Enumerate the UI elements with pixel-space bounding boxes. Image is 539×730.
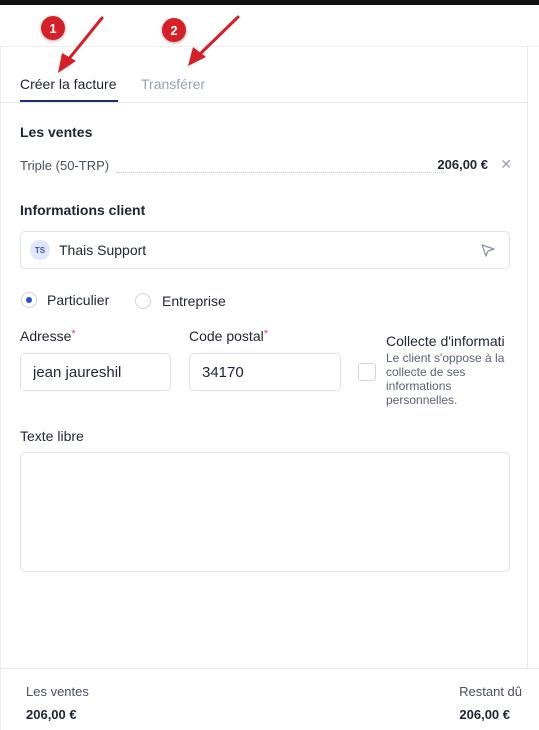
client-name: Thais Support — [59, 242, 147, 258]
sale-line-item: Triple (50-TRP) 206,00 € ✕ — [20, 156, 512, 177]
tabs-divider — [0, 102, 528, 103]
radio-entreprise-label: Entreprise — [162, 293, 226, 309]
footer-sales-label: Les ventes — [26, 684, 89, 699]
arrow-1-head — [58, 53, 76, 73]
footer-divider — [0, 668, 539, 669]
radio-entreprise[interactable] — [135, 293, 151, 309]
sale-item-name: Triple (50-TRP) — [20, 158, 110, 173]
postal-code-input[interactable] — [189, 353, 341, 391]
free-text-area[interactable] — [20, 452, 510, 572]
panel-left-border — [0, 46, 1, 730]
footer-due-label: Restant dû — [459, 684, 522, 699]
free-text-label: Texte libre — [20, 428, 84, 444]
consent-title: Collecte d'informati — [386, 333, 505, 349]
required-mark: * — [71, 328, 76, 340]
postal-code-label-text: Code postal — [189, 328, 264, 344]
close-icon[interactable]: ✕ — [500, 156, 512, 173]
avatar: TS — [30, 240, 50, 260]
annotation-badge-1: 1 — [41, 16, 65, 40]
send-icon[interactable] — [481, 243, 495, 257]
annotation-badge-2: 2 — [162, 18, 186, 42]
footer-sales-value: 206,00 € — [26, 707, 77, 722]
tab-transfer[interactable]: Transférer — [141, 76, 205, 92]
arrow-2-shaft — [198, 15, 240, 56]
postal-code-label: Code postal* — [189, 328, 268, 344]
sale-item-price: 206,00 € — [437, 157, 488, 172]
footer-due-value: 206,00 € — [459, 707, 510, 722]
client-section-title: Informations client — [20, 202, 146, 218]
panel-divider — [527, 46, 528, 668]
sale-item-leader — [116, 172, 444, 173]
tab-create-invoice[interactable]: Créer la facture — [20, 76, 116, 92]
address-label-text: Adresse — [20, 328, 72, 344]
consent-checkbox[interactable] — [358, 363, 376, 381]
required-mark: * — [263, 328, 268, 340]
address-input[interactable] — [20, 353, 171, 391]
consent-description: Le client s'oppose à la collecte de ses … — [386, 351, 505, 407]
radio-particulier[interactable] — [21, 292, 37, 308]
address-label: Adresse* — [20, 328, 76, 344]
arrow-1-shaft — [66, 16, 104, 62]
sales-section-title: Les ventes — [20, 124, 93, 140]
client-selector[interactable]: TS Thais Support — [20, 231, 510, 269]
radio-particulier-label: Particulier — [47, 292, 110, 308]
